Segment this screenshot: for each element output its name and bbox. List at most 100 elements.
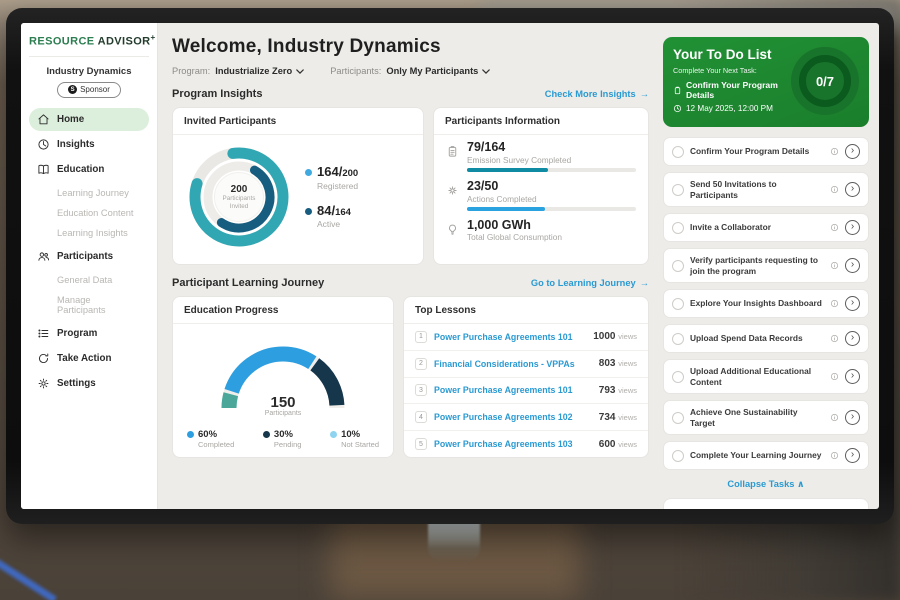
page-title: Welcome, Industry Dynamics <box>172 36 649 58</box>
sidebar-subitem-education-content[interactable]: Education Content <box>29 203 149 223</box>
chevron-down-icon <box>482 69 490 74</box>
education-progress-card: Education Progress 150 Participants <box>172 296 394 458</box>
todo-task[interactable]: Explore Your Insights Dashboard › <box>663 289 869 318</box>
task-chevron-button[interactable]: › <box>845 369 860 384</box>
task-checkbox[interactable] <box>672 298 684 310</box>
task-chevron-button[interactable]: › <box>845 410 860 425</box>
sidebar-item-education[interactable]: Education <box>29 158 149 181</box>
progress-bar <box>467 168 636 172</box>
task-checkbox[interactable] <box>672 371 684 383</box>
participants-icon <box>37 250 50 263</box>
task-checkbox[interactable] <box>672 260 684 272</box>
todo-task-list: Confirm Your Program Details› Send 50 Inv… <box>663 137 869 470</box>
metric-total-global-consumption: 1,000 GWhTotal Global Consumption <box>434 213 648 246</box>
sidebar-item-settings[interactable]: Settings <box>29 372 149 395</box>
participants-dropdown[interactable]: Only My Participants <box>386 66 490 76</box>
task-chevron-button[interactable]: › <box>845 258 860 273</box>
task-checkbox[interactable] <box>672 184 684 196</box>
check-more-insights-link[interactable]: Check More Insights → <box>545 89 649 99</box>
task-checkbox[interactable] <box>672 450 684 462</box>
sidebar-item-participants[interactable]: Participants <box>29 245 149 268</box>
home-icon <box>37 113 50 126</box>
todo-progress-ring: 0/7 <box>791 47 859 115</box>
invited-participants-title: Invited Participants <box>173 108 423 135</box>
sidebar-item-label: Insights <box>57 139 95 150</box>
info-icon <box>830 413 839 422</box>
recent-news-title: Recent News <box>664 499 868 509</box>
lesson-views: 734 views <box>599 412 637 423</box>
task-info <box>830 147 839 156</box>
task-label: Upload Spend Data Records <box>690 333 824 344</box>
task-label: Upload Additional Educational Content <box>690 366 824 387</box>
sponsor-label: Sponsor <box>80 85 110 94</box>
sidebar-subitem-general-data[interactable]: General Data <box>29 270 149 290</box>
lesson-link[interactable]: Power Purchase Agreements 103 <box>434 439 592 449</box>
clock-icon <box>673 104 682 113</box>
task-chevron-button[interactable]: › <box>845 331 860 346</box>
consumption-icon <box>446 223 459 236</box>
lesson-link[interactable]: Power Purchase Agreements 102 <box>434 412 592 422</box>
todo-task[interactable]: Verify participants requesting to join t… <box>663 248 869 283</box>
info-icon <box>830 451 839 460</box>
education-legend-item: 30%Pending <box>263 429 302 449</box>
go-to-learning-journey-link[interactable]: Go to Learning Journey → <box>531 278 649 288</box>
task-checkbox[interactable] <box>672 222 684 234</box>
sidebar-subitem-learning-insights[interactable]: Learning Insights <box>29 223 149 243</box>
sidebar-subitem-manage-participants[interactable]: Manage Participants <box>29 290 149 320</box>
sidebar-nav: Home Insights EducationLearning JourneyEdu… <box>29 108 149 395</box>
task-label: Explore Your Insights Dashboard <box>690 298 824 309</box>
task-checkbox[interactable] <box>672 412 684 424</box>
lesson-row[interactable]: 3Power Purchase Agreements 101793 views <box>404 378 648 405</box>
sidebar-item-take-action[interactable]: Take Action <box>29 347 149 370</box>
registered-dot-icon <box>305 169 312 176</box>
invited-participants-body: 200 Participants Invited 164/200 Registe <box>173 135 423 259</box>
sponsor-badge[interactable]: S Sponsor <box>57 82 121 98</box>
lesson-row[interactable]: 2 Financial Considerations - VPPAs 803 vie… <box>404 351 648 378</box>
lesson-rank: 2 <box>415 358 427 370</box>
task-info <box>830 261 839 270</box>
lesson-link[interactable]: Power Purchase Agreements 101 <box>434 385 592 395</box>
todo-task[interactable]: Upload Additional Educational Content › <box>663 359 869 394</box>
todo-task[interactable]: Upload Spend Data Records › <box>663 324 869 353</box>
task-checkbox[interactable] <box>672 146 684 158</box>
lesson-link[interactable]: Financial Considerations - VPPAs <box>434 359 592 369</box>
lesson-row[interactable]: 1Power Purchase Agreements 1011000 views <box>404 324 648 351</box>
actions-icon <box>446 184 459 197</box>
participants-information-title: Participants Information <box>434 108 648 135</box>
todo-task[interactable]: Complete Your Learning Journey› <box>663 441 869 470</box>
participants-information-card: Participants Information 79/164Emission … <box>433 107 649 265</box>
lesson-row[interactable]: 5Power Purchase Agreements 103600 views <box>404 431 648 457</box>
lessons-list: 1Power Purchase Agreements 1011000 views… <box>404 324 648 457</box>
todo-summary-text: Your To Do List Complete Your Next Task:… <box>673 47 785 115</box>
todo-task[interactable]: Achieve One Sustainability Target› <box>663 400 869 435</box>
arrow-right-icon: → <box>640 278 649 288</box>
sidebar-item-insights[interactable]: Insights <box>29 133 149 156</box>
todo-task[interactable]: Invite a Collaborator› <box>663 213 869 242</box>
education-legend-item: 60%Completed <box>187 429 234 449</box>
learning-cards-row: Education Progress 150 Participants <box>172 296 649 458</box>
collapse-tasks-link[interactable]: Collapse Tasks ∧ <box>663 479 869 490</box>
sidebar-item-home[interactable]: Home <box>29 108 149 131</box>
sidebar-item-program[interactable]: Program <box>29 322 149 345</box>
learning-journey-title: Participant Learning Journey <box>172 277 324 289</box>
education-legend-item: 10%Not Started <box>330 429 379 449</box>
lesson-link[interactable]: Power Purchase Agreements 101 <box>434 332 586 342</box>
lesson-row[interactable]: 4Power Purchase Agreements 102734 views <box>404 404 648 431</box>
lesson-views: 803 views <box>599 358 637 369</box>
program-dropdown[interactable]: Industrialize Zero <box>215 66 304 76</box>
task-chevron-button[interactable]: › <box>845 182 860 197</box>
task-info <box>830 299 839 308</box>
task-checkbox[interactable] <box>672 333 684 345</box>
todo-task[interactable]: Confirm Your Program Details› <box>663 137 869 166</box>
task-info <box>830 223 839 232</box>
participants-filter-label: Participants: <box>330 66 381 76</box>
org-name: Industry Dynamics <box>29 66 149 77</box>
task-chevron-button[interactable]: › <box>845 144 860 159</box>
todo-task[interactable]: Send 50 Invitations to Participants› <box>663 172 869 207</box>
brand-secondary: ADVISOR <box>95 36 151 48</box>
sidebar-subitem-learning-journey[interactable]: Learning Journey <box>29 183 149 203</box>
sidebar-item-label: Home <box>57 114 84 125</box>
task-chevron-button[interactable]: › <box>845 296 860 311</box>
task-chevron-button[interactable]: › <box>845 448 860 463</box>
task-chevron-button[interactable]: › <box>845 220 860 235</box>
